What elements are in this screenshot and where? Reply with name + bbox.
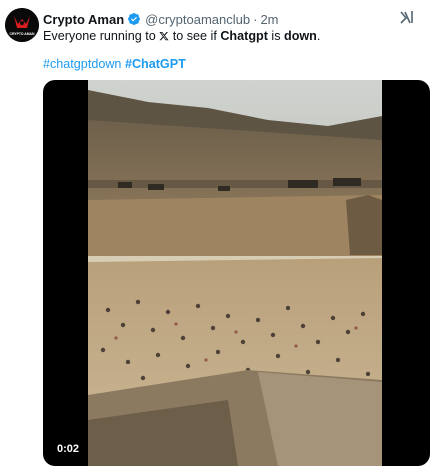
verified-badge-icon bbox=[128, 13, 141, 25]
separator-dot: · bbox=[253, 11, 258, 27]
tweet-text-part: . bbox=[316, 29, 321, 43]
hashtag-list: #chatgptdown #ChatGPT bbox=[43, 56, 186, 72]
tweet-text-part: to see if bbox=[169, 29, 221, 43]
tweet-text-part: Everyone running to bbox=[43, 29, 160, 43]
x-logo-icon bbox=[159, 31, 169, 41]
hashtag-link[interactable]: #ChatGPT bbox=[125, 57, 186, 71]
logo-avatar-icon: CRYPTO AMAN bbox=[5, 8, 39, 42]
tweet-text-part: is bbox=[267, 29, 284, 43]
tweet-timestamp[interactable]: 2m bbox=[260, 12, 278, 27]
video-timestamp: 0:02 bbox=[51, 440, 86, 458]
hashtag-link[interactable]: #chatgptdown bbox=[43, 57, 121, 71]
tweet-text: Everyone running to to see if Chatgpt is… bbox=[43, 28, 320, 44]
video-frame bbox=[88, 80, 382, 466]
author-avatar[interactable]: CRYPTO AMAN bbox=[5, 8, 39, 42]
grok-icon[interactable] bbox=[399, 9, 415, 25]
author-handle[interactable]: @cryptoamanclub bbox=[145, 12, 250, 27]
tweet-header: Crypto Aman @cryptoamanclub · 2m bbox=[43, 10, 279, 28]
author-name[interactable]: Crypto Aman bbox=[43, 12, 124, 27]
video-player[interactable]: 0:02 bbox=[43, 80, 430, 466]
avatar-text: CRYPTO AMAN bbox=[10, 32, 35, 36]
tweet-card[interactable]: CRYPTO AMAN Crypto Aman @cryptoamanclub … bbox=[0, 0, 439, 472]
tweet-text-bold: Chatgpt bbox=[220, 29, 268, 43]
tweet-text-bold: down bbox=[284, 29, 317, 43]
video-thumbnail bbox=[88, 80, 382, 466]
